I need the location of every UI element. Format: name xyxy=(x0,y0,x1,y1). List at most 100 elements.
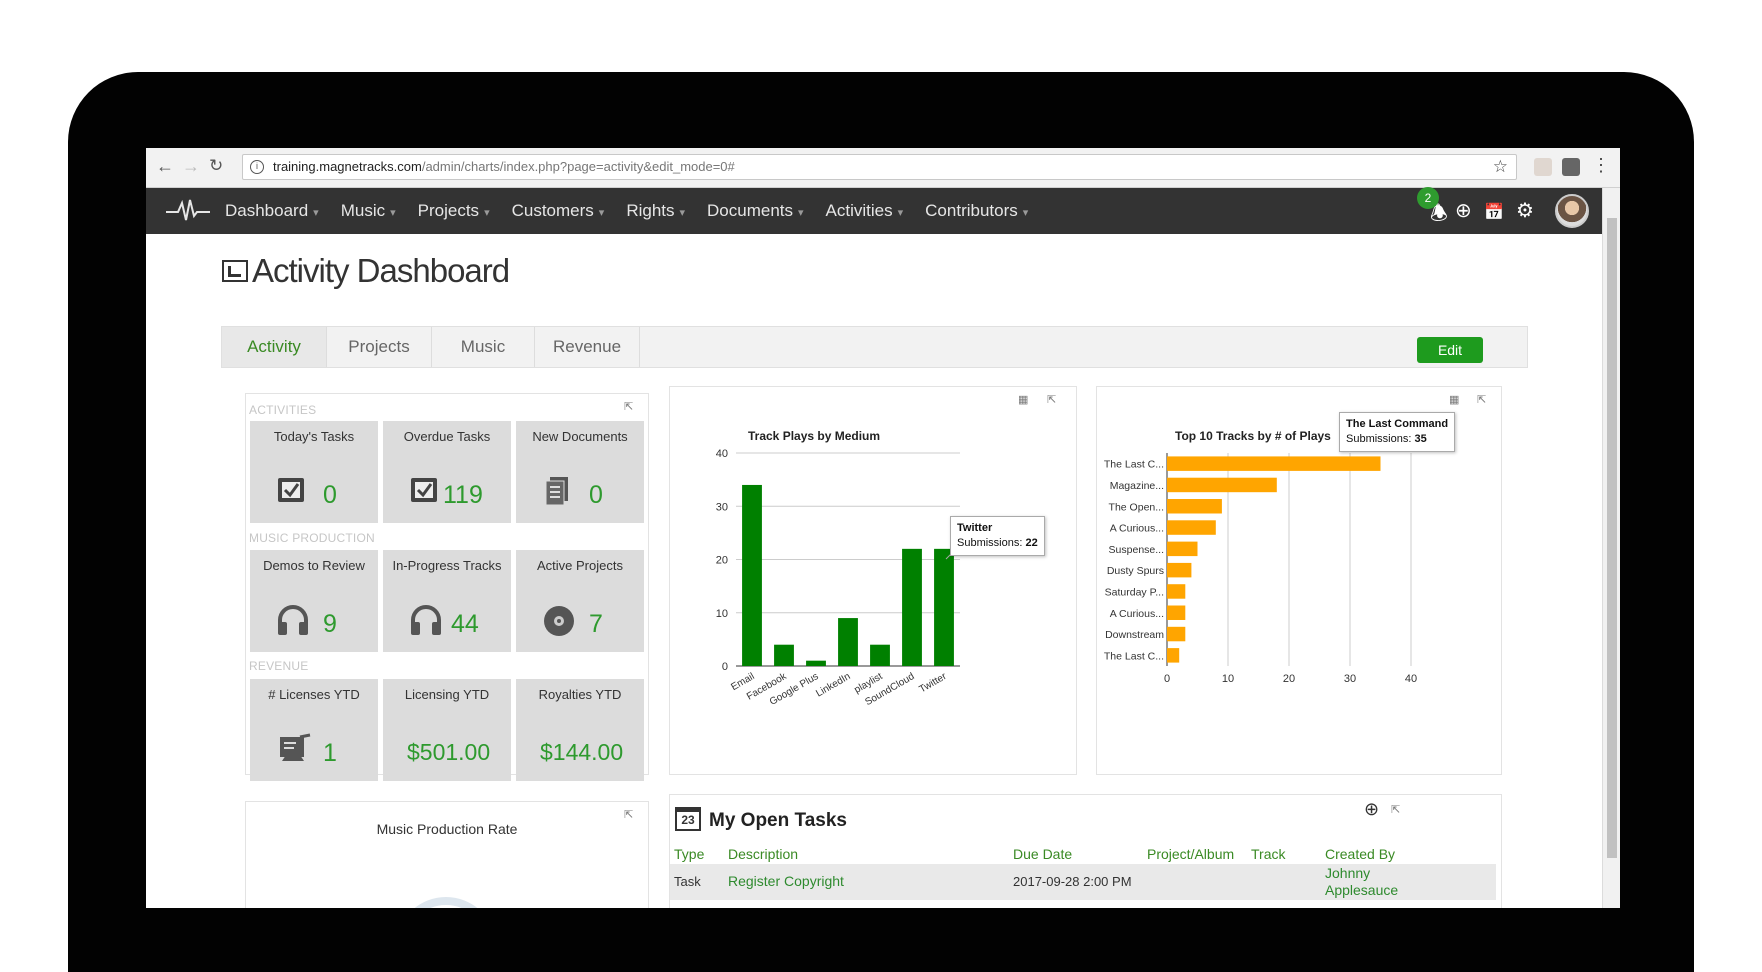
add-task-icon[interactable]: ⊕ xyxy=(1364,799,1379,820)
tile-value: 1 xyxy=(323,739,337,767)
tab-music[interactable]: Music xyxy=(432,327,535,367)
chart-tooltip: The Last Command Submissions: 35 xyxy=(1339,412,1456,452)
kpi-tile-new-documents[interactable]: New Documents 0 xyxy=(516,421,644,523)
column-header[interactable]: Created By xyxy=(1325,846,1395,862)
track-plays-chart-panel: ▦ ⇱ Track Plays by Medium 0 10 20 30 40 Email… xyxy=(669,386,1077,775)
kpi-tile-royalties-ytd[interactable]: Royalties YTD $144.00 xyxy=(516,679,644,781)
tooltip-value: 35 xyxy=(1414,433,1427,445)
bar xyxy=(934,548,954,666)
bookmark-star-icon[interactable]: ☆ xyxy=(1493,155,1508,179)
menu-documents[interactable]: Documents ▾ xyxy=(707,188,804,234)
kpi-tile-overdue-tasks[interactable]: Overdue Tasks 119 xyxy=(383,421,511,523)
y-tick-label: The Last C... xyxy=(1104,650,1164,662)
y-tick-label: The Last C... xyxy=(1104,459,1164,471)
caret-icon: ▾ xyxy=(897,207,904,219)
x-tick-label: LinkedIn xyxy=(814,671,852,699)
bar xyxy=(774,644,794,666)
column-header[interactable]: Due Date xyxy=(1013,846,1072,862)
x-tick-label: 40 xyxy=(1405,673,1417,685)
menu-dashboard[interactable]: Dashboard ▾ xyxy=(225,188,319,234)
extension-icon[interactable] xyxy=(1562,158,1580,176)
logo-icon[interactable] xyxy=(166,198,210,224)
add-circle-icon[interactable]: ⊕ xyxy=(1455,201,1472,221)
tooltip-series: Submissions: xyxy=(957,537,1023,549)
calendar-icon[interactable]: 📅 xyxy=(1484,203,1504,223)
page-scrollbar[interactable] xyxy=(1602,188,1620,908)
column-header[interactable]: Description xyxy=(728,846,798,862)
y-tick-label: Dusty Spurs xyxy=(1107,565,1164,577)
task-created-by[interactable]: Johnny xyxy=(1325,865,1370,881)
tab-projects[interactable]: Projects xyxy=(327,327,432,367)
browser-toolbar: ← → ↻ i training.magnetracks.com/admin/c… xyxy=(146,148,1620,188)
url-host: training.magnetracks.com xyxy=(273,159,422,174)
kpi-tile-active-projects[interactable]: Active Projects 7 xyxy=(516,550,644,652)
forward-icon[interactable]: → xyxy=(182,156,200,177)
caret-icon: ▾ xyxy=(390,207,396,219)
tile-title: Demos to Review xyxy=(263,558,365,573)
avatar[interactable] xyxy=(1555,194,1589,228)
task-created-by[interactable]: Applesauce xyxy=(1325,882,1398,898)
x-tick-label: 10 xyxy=(1222,673,1234,685)
open-tasks-panel: ⊕ ⇱ 23 My Open Tasks Type Description Du… xyxy=(669,794,1502,908)
x-tick-label: 30 xyxy=(1344,673,1356,685)
bar xyxy=(902,548,922,666)
menu-projects[interactable]: Projects ▾ xyxy=(418,188,490,234)
tile-title: Royalties YTD xyxy=(538,687,622,702)
y-tick-label: 20 xyxy=(716,555,728,567)
tile-value: 0 xyxy=(323,481,337,509)
address-bar[interactable]: i training.magnetracks.com/admin/charts/… xyxy=(242,154,1517,180)
bar xyxy=(1167,605,1186,620)
column-header[interactable]: Project/Album xyxy=(1147,846,1234,862)
browser-menu-icon[interactable]: ⋮ xyxy=(1592,155,1610,176)
bar xyxy=(1167,456,1381,471)
kpi-tile-in-progress-tracks[interactable]: In-Progress Tracks 44 xyxy=(383,550,511,652)
license-icon xyxy=(280,733,311,761)
expand-icon[interactable]: ⇱ xyxy=(624,808,633,821)
column-header[interactable]: Track xyxy=(1251,846,1285,862)
reload-icon[interactable]: ↻ xyxy=(209,156,223,176)
caret-icon: ▾ xyxy=(313,207,319,219)
expand-icon[interactable]: ⇱ xyxy=(1391,803,1400,816)
tile-value: 0 xyxy=(589,481,603,509)
tile-title: In-Progress Tracks xyxy=(392,558,502,573)
tooltip-value: 22 xyxy=(1025,537,1038,549)
tile-title: New Documents xyxy=(532,429,628,444)
menu-rights[interactable]: Rights ▾ xyxy=(626,188,685,234)
table-row[interactable]: Task Register Copyright 2017-09-28 2:00 … xyxy=(670,864,1496,900)
tile-value: $501.00 xyxy=(407,739,491,765)
tile-title: Licensing YTD xyxy=(404,687,490,702)
expand-icon[interactable]: ⇱ xyxy=(624,400,633,413)
back-icon[interactable]: ← xyxy=(156,156,174,177)
info-icon[interactable]: i xyxy=(250,160,264,174)
tab-activity[interactable]: Activity xyxy=(222,327,327,367)
scrollbar-thumb[interactable] xyxy=(1607,218,1617,858)
headphones-icon xyxy=(411,605,441,635)
menu-contributors[interactable]: Contributors ▾ xyxy=(925,188,1028,234)
menu-label: Projects xyxy=(417,201,480,220)
menu-customers[interactable]: Customers ▾ xyxy=(512,188,605,234)
page-title: Activity Dashboard xyxy=(222,252,510,290)
headphones-icon xyxy=(278,605,308,635)
tile-value: 7 xyxy=(589,610,603,638)
task-type: Task xyxy=(674,874,701,889)
menu-music[interactable]: Music ▾ xyxy=(341,188,396,234)
kpi-tile-licenses-ytd[interactable]: # Licenses YTD 1 xyxy=(250,679,378,781)
tab-revenue[interactable]: Revenue xyxy=(535,327,640,367)
tile-value: 119 xyxy=(443,481,483,509)
tile-value: $144.00 xyxy=(540,739,624,765)
kpi-tile-licensing-ytd[interactable]: Licensing YTD $501.00 xyxy=(383,679,511,781)
page-title-text: Activity Dashboard xyxy=(252,252,510,289)
kpi-tile-demos-to-review[interactable]: Demos to Review 9 xyxy=(250,550,378,652)
dashboard-icon xyxy=(222,260,248,282)
task-description-link[interactable]: Register Copyright xyxy=(728,873,844,889)
edit-button[interactable]: Edit xyxy=(1417,337,1483,363)
gear-icon[interactable]: ⚙ xyxy=(1516,201,1534,221)
menu-activities[interactable]: Activities ▾ xyxy=(826,188,904,234)
y-tick-label: 10 xyxy=(716,608,728,620)
kpi-tile-todays-tasks[interactable]: Today's Tasks 0 xyxy=(250,421,378,523)
menu-label: Contributors xyxy=(925,201,1018,220)
tile-title: Today's Tasks xyxy=(273,429,355,444)
column-header[interactable]: Type xyxy=(674,846,704,862)
track-plays-bar-chart: 010203040EmailFacebookGoogle PlusLinkedI… xyxy=(716,448,960,708)
extension-icon[interactable] xyxy=(1534,158,1552,176)
